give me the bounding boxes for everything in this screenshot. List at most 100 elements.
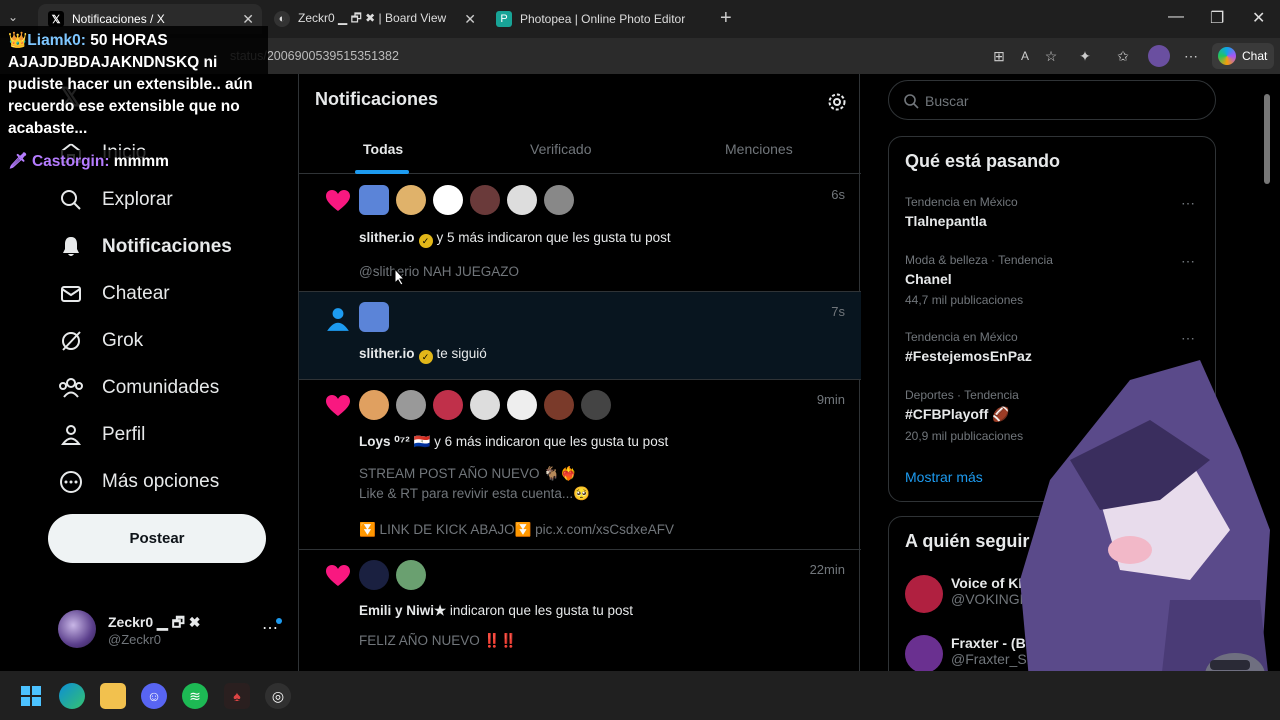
extensions-icon[interactable]: ✦ — [1076, 47, 1094, 65]
more-dots-icon[interactable]: ⋯ — [1181, 253, 1195, 270]
post-button[interactable]: Postear — [48, 514, 266, 563]
avatar[interactable] — [359, 390, 389, 420]
account-switcher[interactable]: Zeckr0 ▁ 🗗 ✖ @Zeckr0 ⋯ — [58, 608, 288, 652]
trend-item[interactable]: Tendencia en México #FestejemosEnPaz ⋯ — [905, 330, 1205, 364]
tab-all[interactable]: Todas — [363, 141, 403, 157]
nav-explore[interactable]: Explorar — [58, 187, 173, 213]
site-icon: ◐ — [274, 11, 290, 27]
unread-dot — [276, 618, 282, 624]
settings-more-icon[interactable]: ⋯ — [1182, 47, 1200, 65]
obs-icon[interactable]: ◎ — [265, 683, 291, 709]
favorites-icon[interactable]: ✩ — [1114, 47, 1132, 65]
mail-icon — [58, 281, 84, 307]
stream-chat-message: 🗡 Castorgin: mmmm — [0, 150, 177, 173]
action-text: indicaron que les gusta tu post — [449, 603, 634, 618]
search-icon — [58, 187, 84, 213]
windows-taskbar: ☺ ≋ ♠ ◎ — [0, 671, 1280, 720]
notification-item[interactable]: 9min Loys ⁰⁷² 🇵🇾 y 6 más indicaron que l… — [299, 380, 861, 550]
tab-label: Photopea | Online Photo Editor — [520, 12, 686, 26]
avatar[interactable] — [544, 185, 574, 215]
tab-board-view[interactable]: ◐ Zeckr0 ▁ 🗗 ✖ | Board View ✕ — [264, 4, 484, 34]
profile-avatar-icon[interactable] — [1148, 45, 1170, 67]
user-name[interactable]: slither.io — [359, 346, 415, 361]
avatar[interactable] — [544, 390, 574, 420]
nav-label: Explorar — [102, 189, 173, 210]
new-tab-button[interactable]: + — [720, 7, 732, 30]
chat-username: 👑Liamk0: — [8, 32, 86, 49]
favorite-star-icon[interactable]: ☆ — [1042, 47, 1060, 65]
show-more-link[interactable]: Mostrar más — [905, 469, 983, 485]
profile-handle: @Zeckr0 — [108, 632, 161, 647]
read-aloud-icon[interactable]: A — [1016, 47, 1034, 65]
avatar[interactable] — [581, 390, 611, 420]
file-explorer-icon[interactable] — [100, 683, 126, 709]
apps-icon[interactable]: ⊞ — [990, 47, 1008, 65]
mouse-cursor-icon — [394, 268, 406, 286]
nav-communities[interactable]: Comunidades — [58, 375, 219, 401]
spotify-icon[interactable]: ≋ — [182, 683, 208, 709]
tab-mentions[interactable]: Menciones — [725, 141, 793, 157]
gear-icon[interactable] — [827, 92, 847, 112]
tab-list-button[interactable]: ⌄ — [8, 10, 18, 24]
trend-title: Tlalnepantla — [905, 213, 987, 229]
search-input[interactable]: Buscar — [888, 80, 1216, 120]
scrollbar-thumb[interactable] — [1264, 94, 1270, 184]
streamer-avatar-illustration — [1020, 360, 1270, 690]
minimize-icon[interactable]: — — [1168, 8, 1184, 26]
communities-icon — [58, 375, 84, 401]
copilot-chat-button[interactable]: Chat — [1212, 43, 1274, 69]
user-name[interactable]: Emili y Niwi★ — [359, 603, 446, 618]
tab-label: Notificaciones / X — [72, 12, 165, 26]
user-name[interactable]: Loys ⁰⁷² 🇵🇾 — [359, 434, 430, 449]
nav-more[interactable]: Más opciones — [58, 469, 219, 495]
timestamp: 9min — [816, 392, 845, 407]
nav-label: Perfil — [102, 424, 146, 445]
trend-title: Chanel — [905, 271, 952, 287]
close-window-icon[interactable]: ✕ — [1252, 8, 1265, 28]
notification-text: Emili y Niwi★ indicaron que les gusta tu… — [359, 603, 633, 619]
nav-grok[interactable]: Grok — [58, 328, 143, 354]
edge-browser-icon[interactable] — [59, 683, 85, 709]
avatar[interactable] — [507, 185, 537, 215]
avatar[interactable] — [359, 185, 389, 215]
maximize-icon[interactable]: ❐ — [1210, 8, 1224, 28]
nav-notifications[interactable]: Notificaciones — [58, 234, 232, 260]
liker-avatars — [359, 390, 611, 420]
bell-icon — [58, 234, 84, 260]
notification-item[interactable]: 6s slither.io ✓ y 5 más indicaron que les … — [299, 175, 861, 292]
avatar[interactable] — [359, 560, 389, 590]
avatar[interactable] — [470, 185, 500, 215]
avatar[interactable] — [433, 390, 463, 420]
tab-photopea[interactable]: P Photopea | Online Photo Editor — [486, 4, 710, 34]
tab-label: Zeckr0 ▁ 🗗 ✖ | Board View — [298, 10, 447, 25]
photopea-icon: P — [496, 11, 512, 27]
more-dots-icon[interactable]: ⋯ — [1181, 330, 1195, 347]
windows-start-icon[interactable] — [18, 683, 44, 709]
avatar[interactable] — [396, 390, 426, 420]
tab-verified[interactable]: Verificado — [530, 141, 591, 157]
avatar[interactable] — [396, 560, 426, 590]
trend-item[interactable]: Moda & belleza · Tendencia Chanel 44,7 m… — [905, 253, 1205, 307]
discord-icon[interactable]: ☺ — [141, 683, 167, 709]
copilot-icon — [1218, 47, 1236, 65]
avatar[interactable] — [359, 302, 389, 332]
avatar[interactable] — [433, 185, 463, 215]
nav-label: Más opciones — [102, 471, 220, 492]
nav-chat[interactable]: Chatear — [58, 281, 170, 307]
notification-item[interactable]: 7s slither.io ✓ te siguió — [299, 292, 861, 380]
avatar[interactable] — [507, 390, 537, 420]
trend-category: Tendencia en México — [905, 330, 1018, 344]
close-tab-icon[interactable]: ✕ — [464, 11, 476, 28]
more-dots-icon[interactable]: ⋯ — [1181, 195, 1195, 212]
user-name[interactable]: slither.io — [359, 230, 415, 245]
post-preview-line: ⏬ LINK DE KICK ABAJO⏬ pic.x.com/xsCsdxeA… — [359, 522, 674, 537]
notification-item[interactable]: 22min Emili y Niwi★ indicaron que les gu… — [299, 550, 861, 671]
active-tab-indicator — [355, 170, 409, 174]
app-icon[interactable]: ♠ — [224, 683, 250, 709]
avatar[interactable] — [470, 390, 500, 420]
post-preview: FELIZ AÑO NUEVO ‼️‼️ — [359, 633, 518, 648]
trend-posts: 44,7 mil publicaciones — [905, 293, 1024, 307]
nav-profile[interactable]: Perfil — [58, 422, 145, 448]
trend-item[interactable]: Tendencia en México Tlalnepantla ⋯ — [905, 195, 1205, 229]
avatar[interactable] — [396, 185, 426, 215]
